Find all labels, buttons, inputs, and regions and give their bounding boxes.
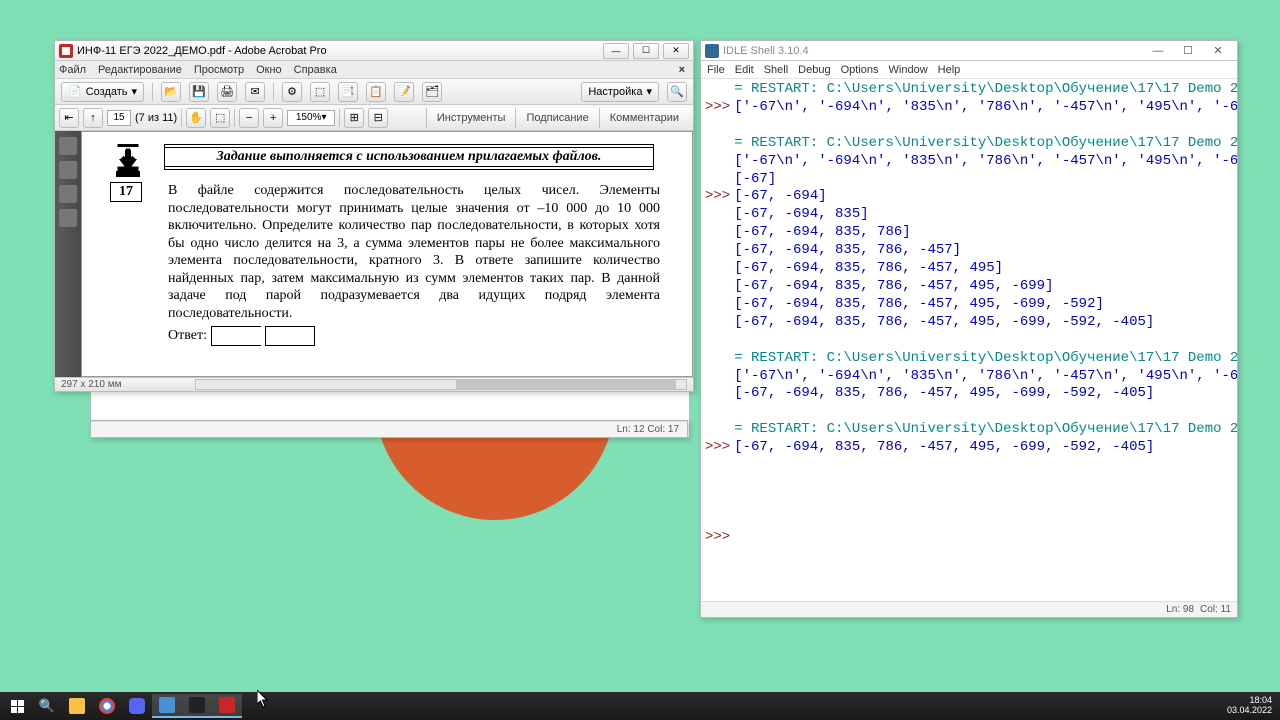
idle-status-col: Col: 11 [1200, 604, 1231, 615]
tool-icon-3[interactable]: 📑 [338, 82, 358, 102]
horizontal-scrollbar[interactable] [195, 379, 687, 390]
idle-menu-debug[interactable]: Debug [798, 64, 830, 76]
answer-box-2 [265, 326, 315, 346]
idle-menu-shell[interactable]: Shell [764, 64, 788, 76]
answer-row: Ответ: [168, 326, 315, 346]
settings-button[interactable]: Настройка ▾ [581, 82, 659, 102]
menu-help[interactable]: Справка [294, 64, 337, 76]
task-header-text: Задание выполняется с использованием при… [165, 147, 653, 167]
idle-menu-window[interactable]: Window [889, 64, 928, 76]
idle-title: IDLE Shell 3.10.4 [723, 45, 809, 57]
download-icon [110, 144, 146, 180]
tab-comments[interactable]: Комментарии [599, 108, 689, 128]
task-text: В файле содержится последовательность це… [168, 182, 660, 322]
select-tool-icon[interactable]: ⬚ [210, 108, 230, 128]
zoom-out-icon[interactable]: − [239, 108, 259, 128]
page-number-input[interactable] [107, 110, 131, 126]
tool-icon-6[interactable]: 🗂 [422, 82, 442, 102]
tool-icon[interactable]: ⚙ [282, 82, 302, 102]
idle-titlebar[interactable]: IDLE Shell 3.10.4 — ☐ ✕ [701, 41, 1237, 61]
system-tray[interactable]: 18:04 03.04.2022 [1221, 696, 1278, 716]
search-button[interactable]: 🔍 [32, 694, 62, 718]
menu-file[interactable]: Файл [59, 64, 86, 76]
idle-close-button[interactable]: ✕ [1203, 42, 1233, 60]
idle-statusbar: Ln: 98 Col: 11 [701, 601, 1237, 617]
acrobat-taskbar-icon[interactable] [212, 694, 242, 718]
bookmarks-icon[interactable] [59, 161, 77, 179]
idle-menu-options[interactable]: Options [841, 64, 879, 76]
idle-minimize-button[interactable]: — [1143, 42, 1173, 60]
tray-date: 03.04.2022 [1227, 706, 1272, 716]
acrobat-title: ИНФ-11 ЕГЭ 2022_ДЕМО.pdf - Adobe Acrobat… [77, 45, 327, 57]
mail-icon[interactable]: ✉ [245, 82, 265, 102]
idle-menu-file[interactable]: File [707, 64, 725, 76]
tool-icon-5[interactable]: 📝 [394, 82, 414, 102]
maximize-button[interactable]: ☐ [633, 43, 659, 59]
acrobat-sidebar [55, 131, 81, 377]
acrobat-toolbar-1: 📄 Создать ▾ 📂 💾 🖨 ✉ ⚙ ⬚ 📑 📋 📝 🗂 Настройк… [55, 79, 693, 105]
acrobat-window: ИНФ-11 ЕГЭ 2022_ДЕМО.pdf - Adobe Acrobat… [54, 40, 694, 392]
menu-close-x[interactable]: × [675, 64, 689, 76]
acrobat-toolbar-2: ⇤ ↑ (7 из 11) ✋ ⬚ − + 150%▾ ⊞ ⊟ Инструме… [55, 105, 693, 131]
idle-menu-help[interactable]: Help [938, 64, 961, 76]
signatures-icon[interactable] [59, 209, 77, 227]
idle-status-ln: Ln: 98 [1166, 604, 1194, 615]
create-button[interactable]: 📄 Создать ▾ [61, 82, 144, 102]
menu-window[interactable]: Окно [256, 64, 282, 76]
chrome-icon[interactable] [92, 694, 122, 718]
open-icon[interactable]: 📂 [161, 82, 181, 102]
zoom-in-icon[interactable]: + [263, 108, 283, 128]
pdf-icon [59, 44, 73, 58]
zoom-select[interactable]: 150%▾ [287, 110, 335, 126]
fit-icon-2[interactable]: ⊟ [368, 108, 388, 128]
save-icon[interactable]: 💾 [189, 82, 209, 102]
ln-col-status: Ln: 12 Col: 17 [617, 424, 679, 435]
idle-maximize-button[interactable]: ☐ [1173, 42, 1203, 60]
close-button[interactable]: ✕ [663, 43, 689, 59]
search-icon[interactable]: 🔍 [667, 82, 687, 102]
idle-menubar: File Edit Shell Debug Options Window Hel… [701, 61, 1237, 79]
idle-prompt-gutter: >>> >>> >>> >>> >>> [701, 79, 734, 601]
tool-icon-4[interactable]: 📋 [366, 82, 386, 102]
acrobat-sub-status: Ln: 12 Col: 17 [90, 420, 688, 438]
task-number: 17 [110, 182, 142, 202]
acrobat-menubar: Файл Редактирование Просмотр Окно Справк… [55, 61, 693, 79]
explorer-icon[interactable] [62, 694, 92, 718]
task-header-box: Задание выполняется с использованием при… [164, 144, 654, 170]
idle-output[interactable]: >>> >>> >>> >>> >>> = RESTART: C:\Users\… [701, 79, 1237, 601]
idle-menu-edit[interactable]: Edit [735, 64, 754, 76]
tool-icon-2[interactable]: ⬚ [310, 82, 330, 102]
answer-label: Ответ: [168, 328, 207, 344]
attachments-icon[interactable] [59, 185, 77, 203]
fit-icon[interactable]: ⊞ [344, 108, 364, 128]
acrobat-titlebar[interactable]: ИНФ-11 ЕГЭ 2022_ДЕМО.pdf - Adobe Acrobat… [55, 41, 693, 61]
page-first-icon[interactable]: ⇤ [59, 108, 79, 128]
app-icon-1[interactable] [152, 694, 182, 718]
app-icon-2[interactable] [182, 694, 212, 718]
python-icon [705, 44, 719, 58]
pdf-page[interactable]: Задание выполняется с использованием при… [81, 131, 693, 377]
idle-window: IDLE Shell 3.10.4 — ☐ ✕ File Edit Shell … [700, 40, 1238, 618]
taskbar: 🔍 18:04 03.04.2022 [0, 692, 1280, 720]
mouse-cursor [257, 690, 269, 708]
print-icon[interactable]: 🖨 [217, 82, 237, 102]
menu-edit[interactable]: Редактирование [98, 64, 182, 76]
tab-tools[interactable]: Инструменты [426, 108, 516, 128]
hand-tool-icon[interactable]: ✋ [186, 108, 206, 128]
minimize-button[interactable]: — [603, 43, 629, 59]
page-dimensions: 297 x 210 мм [61, 379, 121, 390]
start-button[interactable] [2, 694, 32, 718]
tab-sign[interactable]: Подписание [515, 108, 598, 128]
discord-icon[interactable] [122, 694, 152, 718]
menu-view[interactable]: Просмотр [194, 64, 244, 76]
page-total: (7 из 11) [135, 112, 177, 124]
thumbnails-icon[interactable] [59, 137, 77, 155]
answer-box-1 [211, 326, 261, 346]
idle-output-text: = RESTART: C:\Users\University\Desktop\О… [734, 79, 1237, 601]
page-up-icon[interactable]: ↑ [83, 108, 103, 128]
acrobat-statusbar: 297 x 210 мм [55, 377, 693, 391]
